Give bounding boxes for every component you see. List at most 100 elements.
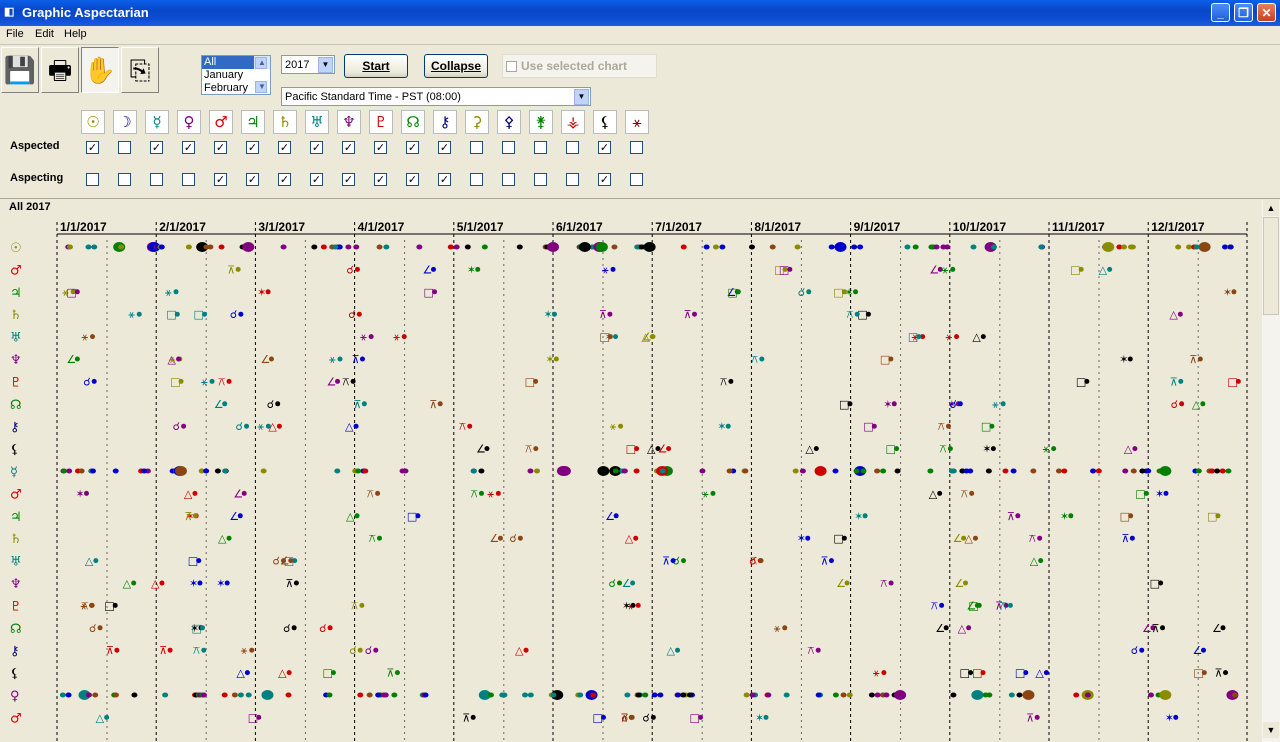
aspect-glyph-mark[interactable]: ⚻ xyxy=(720,375,727,388)
chart-canvas[interactable]: 1/1/2017 2/1/2017 3/1/2017 4/1/2017 5/1/2017… xyxy=(0,200,1262,742)
chevron-down-icon[interactable]: ▼ xyxy=(574,89,589,105)
aspect-event-mark[interactable] xyxy=(970,244,977,250)
aspect-glyph-mark[interactable]: △ xyxy=(647,443,656,456)
aspect-glyph-mark[interactable]: ⚻ xyxy=(750,555,757,568)
aspect-event-mark[interactable] xyxy=(260,468,267,474)
aspect-dot-mark[interactable] xyxy=(83,490,89,496)
aspect-glyph-mark[interactable]: ⊼ xyxy=(159,644,167,657)
aspect-dot-mark[interactable] xyxy=(181,423,187,429)
aspect-event-mark[interactable] xyxy=(1222,244,1229,250)
aspect-event-mark[interactable] xyxy=(719,244,726,250)
aspect-event-mark[interactable] xyxy=(857,244,864,250)
aspect-dot-mark[interactable] xyxy=(235,266,241,272)
aspect-event-mark[interactable] xyxy=(950,692,957,698)
aspect-event-mark[interactable] xyxy=(332,244,339,250)
aspect-dot-mark[interactable] xyxy=(291,625,297,631)
aspect-event-mark[interactable] xyxy=(1159,466,1172,476)
aspect-glyph-mark[interactable]: ⊼ xyxy=(353,398,361,411)
aspect-glyph-mark[interactable]: △ xyxy=(1099,263,1108,276)
aspect-dot-mark[interactable] xyxy=(957,401,963,407)
aspect-event-mark[interactable] xyxy=(860,468,867,474)
aspected-checkbox-ceres[interactable] xyxy=(470,141,483,154)
aspect-dot-mark[interactable] xyxy=(841,535,847,541)
aspect-glyph-mark[interactable]: ⚹ xyxy=(165,286,172,299)
aspect-glyph-mark[interactable]: △ xyxy=(168,353,177,366)
aspect-event-mark[interactable] xyxy=(1175,244,1182,250)
aspected-checkbox-juno[interactable] xyxy=(534,141,547,154)
aspect-event-mark[interactable] xyxy=(1022,690,1035,700)
aspect-event-mark[interactable] xyxy=(832,692,839,698)
aspect-glyph-mark[interactable]: ∠ xyxy=(622,577,632,590)
aspect-dot-mark[interactable] xyxy=(401,334,407,340)
aspect-event-mark[interactable] xyxy=(280,244,287,250)
aspect-glyph-mark[interactable]: △ xyxy=(625,532,634,545)
aspect-event-mark[interactable] xyxy=(985,468,992,474)
aspect-glyph-mark[interactable]: ∠ xyxy=(66,353,76,366)
aspect-dot-mark[interactable] xyxy=(937,490,943,496)
aspect-dot-mark[interactable] xyxy=(980,334,986,340)
aspect-event-mark[interactable] xyxy=(904,244,911,250)
aspect-dot-mark[interactable] xyxy=(1163,490,1169,496)
aspect-dot-mark[interactable] xyxy=(437,401,443,407)
aspect-dot-mark[interactable] xyxy=(196,558,202,564)
aspect-glyph-mark[interactable]: ✶ xyxy=(982,443,991,456)
aspect-event-mark[interactable] xyxy=(345,244,352,250)
aspect-event-mark[interactable] xyxy=(927,468,934,474)
aspecting-checkbox-pluto[interactable]: ✓ xyxy=(374,173,387,186)
aspect-glyph-mark[interactable]: ∠ xyxy=(260,353,270,366)
aspect-dot-mark[interactable] xyxy=(265,289,271,295)
aspect-dot-mark[interactable] xyxy=(1231,289,1237,295)
aspect-event-mark[interactable] xyxy=(894,468,901,474)
aspect-event-mark[interactable] xyxy=(794,244,801,250)
aspect-dot-mark[interactable] xyxy=(1143,490,1149,496)
aspect-dot-mark[interactable] xyxy=(551,311,557,317)
aspect-dot-mark[interactable] xyxy=(1015,513,1021,519)
aspect-glyph-mark[interactable]: ∠ xyxy=(1142,622,1152,635)
aspect-event-mark[interactable] xyxy=(522,692,529,698)
aspect-dot-mark[interactable] xyxy=(675,647,681,653)
aspect-dot-mark[interactable] xyxy=(759,356,765,362)
aspect-dot-mark[interactable] xyxy=(888,580,894,586)
aspect-glyph-mark[interactable]: ☌ xyxy=(236,420,243,433)
aspect-event-mark[interactable] xyxy=(814,466,827,476)
aspected-checkbox-node[interactable]: ✓ xyxy=(406,141,419,154)
use-selected-chart-checkbox[interactable]: Use selected chart xyxy=(502,54,657,78)
aspect-glyph-mark[interactable]: ☌ xyxy=(83,375,90,388)
aspect-dot-mark[interactable] xyxy=(178,378,184,384)
aspect-dot-mark[interactable] xyxy=(114,647,120,653)
aspect-dot-mark[interactable] xyxy=(224,580,230,586)
aspect-glyph-mark[interactable]: △ xyxy=(346,510,355,523)
aspect-dot-mark[interactable] xyxy=(226,535,232,541)
aspect-glyph-mark[interactable]: ∠ xyxy=(1192,644,1202,657)
aspect-event-mark[interactable] xyxy=(659,468,666,474)
aspect-event-mark[interactable] xyxy=(726,468,733,474)
aspect-event-mark[interactable] xyxy=(743,692,750,698)
aspect-event-mark[interactable] xyxy=(261,690,274,700)
close-button[interactable]: ✕ xyxy=(1257,3,1276,22)
aspect-glyph-mark[interactable]: △ xyxy=(268,420,277,433)
aspect-glyph-mark[interactable]: ∠ xyxy=(929,263,939,276)
aspect-dot-mark[interactable] xyxy=(74,356,80,362)
aspect-event-mark[interactable] xyxy=(391,692,398,698)
aspect-glyph-mark[interactable]: ⚹ xyxy=(602,263,609,276)
aspect-glyph-mark[interactable]: ☌ xyxy=(346,263,353,276)
aspect-event-mark[interactable] xyxy=(1148,692,1155,698)
aspect-event-mark[interactable] xyxy=(112,468,119,474)
aspect-event-mark[interactable] xyxy=(944,244,951,250)
month-item-all[interactable]: All xyxy=(202,56,254,69)
aspect-glyph-mark[interactable]: △ xyxy=(1169,308,1178,321)
aspect-dot-mark[interactable] xyxy=(763,714,769,720)
aspect-glyph-mark[interactable]: ☌ xyxy=(609,577,616,590)
aspect-event-mark[interactable] xyxy=(203,244,210,250)
aspect-glyph-mark[interactable]: ☌ xyxy=(949,398,956,411)
aspect-glyph-mark[interactable]: ⚹ xyxy=(1043,443,1050,456)
aspected-checkbox-sun[interactable]: ✓ xyxy=(86,141,99,154)
aspect-dot-mark[interactable] xyxy=(475,266,481,272)
aspect-event-mark[interactable] xyxy=(242,242,255,252)
aspect-dot-mark[interactable] xyxy=(376,535,382,541)
aspect-glyph-mark[interactable]: ✶ xyxy=(1060,510,1069,523)
aspect-dot-mark[interactable] xyxy=(670,558,676,564)
aspect-glyph-mark[interactable]: △ xyxy=(1035,667,1044,680)
aspect-dot-mark[interactable] xyxy=(1107,266,1113,272)
aspect-event-mark[interactable] xyxy=(547,242,560,252)
